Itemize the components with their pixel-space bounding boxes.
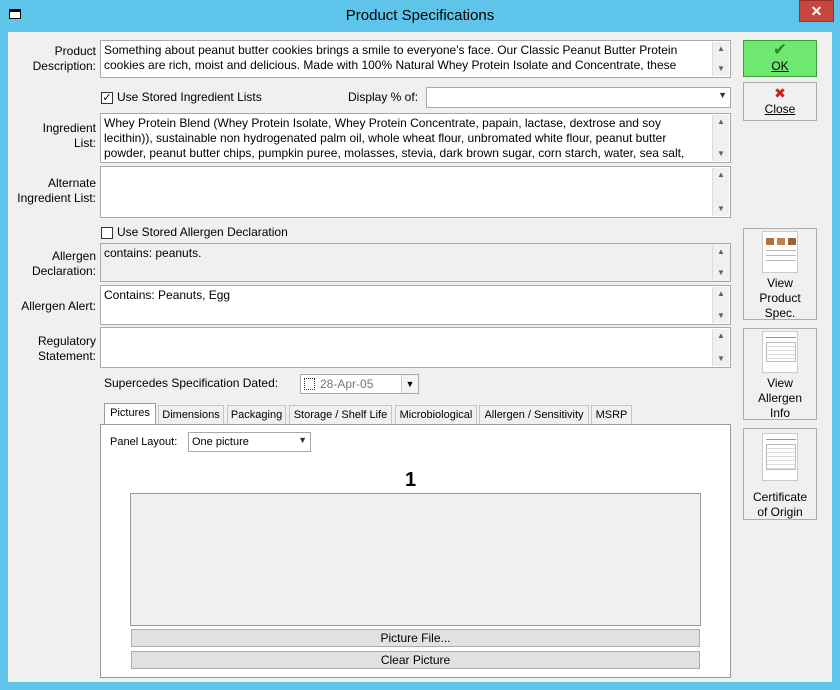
view-allergen-info-label-1: View: [767, 376, 793, 390]
allergen-alert-label: Allergen Alert:: [21, 299, 96, 313]
use-stored-ingredient-checkbox[interactable]: ✓: [101, 92, 113, 104]
product-description-scrollbar[interactable]: ▲ ▼: [712, 42, 729, 76]
allergen-declaration-scrollbar[interactable]: ▲ ▼: [712, 245, 729, 280]
tab-microbiological[interactable]: Microbiological: [395, 405, 477, 424]
ingredient-list-field[interactable]: Whey Protein Blend (Whey Protein Isolate…: [100, 113, 731, 163]
close-button-label: Close: [764, 102, 796, 116]
alternate-ingredient-field[interactable]: ▲ ▼: [100, 166, 731, 218]
alternate-ingredient-scrollbar[interactable]: ▲ ▼: [712, 168, 729, 216]
ingredient-list-text: Whey Protein Blend (Whey Protein Isolate…: [104, 116, 685, 160]
panel-layout-select[interactable]: One picture ▼: [188, 432, 311, 452]
ingredient-list-scrollbar[interactable]: ▲ ▼: [712, 115, 729, 161]
supercedes-date-value: 28-Apr-05: [320, 377, 374, 391]
certificate-of-origin-button[interactable]: Certificate of Origin: [743, 428, 817, 520]
allergen-declaration-field[interactable]: contains: peanuts. ▲ ▼: [100, 243, 731, 282]
picture-file-button[interactable]: Picture File...: [131, 629, 700, 647]
tab-storage-shelf-life[interactable]: Storage / Shelf Life: [289, 405, 392, 424]
x-icon: ✖: [774, 85, 786, 101]
document-thumbnail-icon: [762, 231, 798, 273]
scroll-down-icon[interactable]: ▼: [714, 266, 728, 280]
allergen-alert-scrollbar[interactable]: ▲ ▼: [712, 287, 729, 323]
scroll-down-icon[interactable]: ▼: [714, 309, 728, 323]
clear-picture-button[interactable]: Clear Picture: [131, 651, 700, 669]
supercedes-label: Supercedes Specification Dated:: [104, 376, 279, 390]
scroll-down-icon[interactable]: ▼: [714, 352, 728, 366]
view-product-spec-button[interactable]: View Product Spec.: [743, 228, 817, 320]
ok-button[interactable]: ✔ OK: [743, 40, 817, 77]
view-product-spec-label-1: View: [767, 276, 793, 290]
view-allergen-info-button[interactable]: View Allergen Info: [743, 328, 817, 420]
scroll-up-icon[interactable]: ▲: [714, 287, 728, 301]
allergen-declaration-label: Allergen Declaration:: [31, 249, 96, 278]
picture-frame[interactable]: [130, 493, 701, 626]
tab-pictures[interactable]: Pictures: [104, 403, 156, 425]
certificate-of-origin-label-1: Certificate: [752, 490, 808, 504]
tab-dimensions[interactable]: Dimensions: [158, 405, 224, 424]
ok-button-label: OK: [771, 59, 789, 73]
scroll-up-icon[interactable]: ▲: [714, 245, 728, 259]
regulatory-statement-field[interactable]: ▲ ▼: [100, 327, 731, 368]
checkmark-icon: ✔: [772, 40, 788, 59]
close-button[interactable]: ✖ Close: [743, 82, 817, 121]
display-pct-combo[interactable]: ▼: [426, 87, 731, 108]
display-pct-label: Display % of:: [348, 90, 419, 104]
view-allergen-info-label-3: Info: [769, 406, 790, 420]
view-product-spec-label-3: Spec.: [764, 306, 796, 320]
product-description-label: Product Description:: [32, 44, 96, 73]
scroll-up-icon[interactable]: ▲: [714, 115, 728, 129]
scroll-down-icon[interactable]: ▼: [714, 147, 728, 161]
document-thumbnail-icon: [762, 331, 798, 373]
allergen-alert-field[interactable]: Contains: Peanuts, Egg ▲ ▼: [100, 285, 731, 325]
certificate-of-origin-label-2: of Origin: [757, 505, 803, 519]
window-close-button[interactable]: ✕: [799, 0, 834, 22]
scroll-up-icon[interactable]: ▲: [714, 329, 728, 343]
view-product-spec-label-2: Product: [759, 291, 801, 305]
panel-layout-value: One picture: [192, 436, 249, 448]
regulatory-statement-scrollbar[interactable]: ▲ ▼: [712, 329, 729, 366]
date-checkbox[interactable]: [304, 378, 315, 390]
use-stored-allergen-label: Use Stored Allergen Declaration: [117, 225, 288, 239]
window-title: Product Specifications: [345, 7, 495, 24]
supercedes-date-picker[interactable]: 28-Apr-05 ▼: [300, 374, 419, 394]
tab-packaging[interactable]: Packaging: [227, 405, 286, 424]
allergen-alert-text: Contains: Peanuts, Egg: [104, 288, 231, 302]
picture-number: 1: [405, 469, 417, 491]
scroll-down-icon[interactable]: ▼: [714, 202, 728, 216]
use-stored-ingredient-label: Use Stored Ingredient Lists: [117, 90, 262, 104]
regulatory-statement-label: Regulatory Statement:: [37, 334, 96, 363]
chevron-down-icon[interactable]: ▼: [718, 90, 727, 100]
calendar-dropdown-icon[interactable]: ▼: [401, 375, 418, 393]
document-thumbnail-icon: [762, 433, 798, 481]
use-stored-allergen-checkbox[interactable]: [101, 227, 113, 239]
view-allergen-info-label-2: Allergen: [757, 391, 803, 405]
scroll-up-icon[interactable]: ▲: [714, 42, 728, 56]
scroll-down-icon[interactable]: ▼: [714, 62, 728, 76]
allergen-declaration-text: contains: peanuts.: [104, 246, 202, 260]
scroll-up-icon[interactable]: ▲: [714, 168, 728, 182]
panel-layout-label: Panel Layout:: [110, 436, 178, 448]
product-description-text: Something about peanut butter cookies br…: [104, 43, 678, 72]
tab-allergen-sensitivity[interactable]: Allergen / Sensitivity: [479, 405, 589, 424]
chevron-down-icon[interactable]: ▼: [298, 435, 307, 445]
ingredient-list-label: Ingredient List:: [42, 121, 96, 150]
tab-msrp[interactable]: MSRP: [591, 405, 632, 424]
product-description-field[interactable]: Something about peanut butter cookies br…: [100, 40, 731, 78]
alternate-ingredient-label: Alternate Ingredient List:: [17, 176, 96, 205]
